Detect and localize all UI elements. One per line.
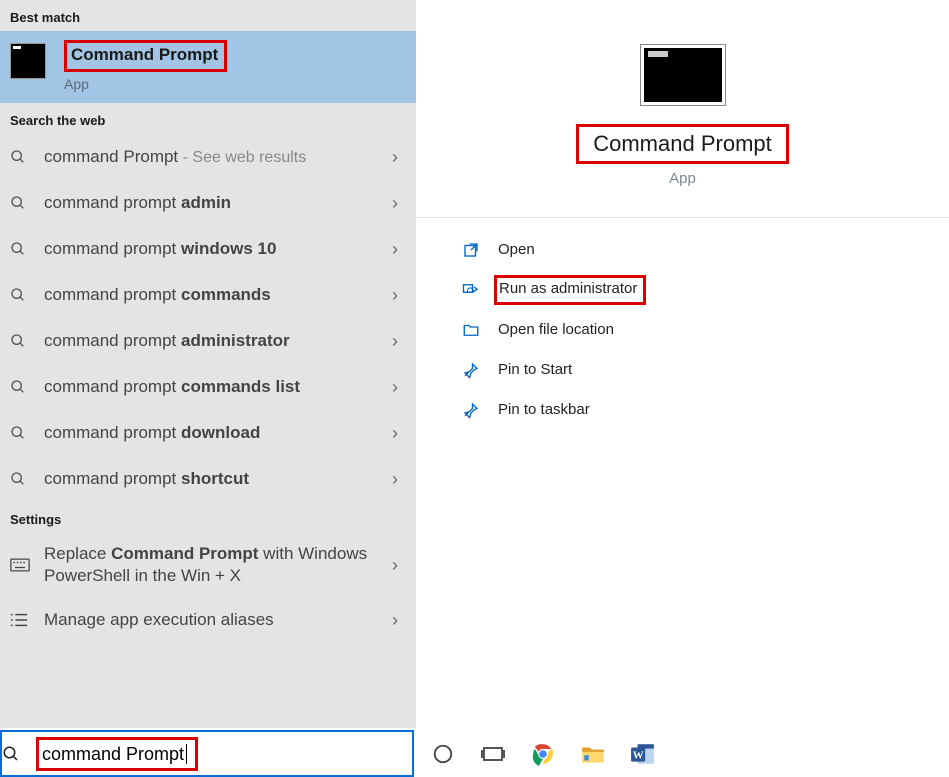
settings-label: Replace Command Prompt with Windows Powe…: [44, 543, 392, 587]
result-text: command prompt admin: [44, 192, 392, 214]
pin-icon: [462, 401, 484, 419]
search-web-header: Search the web: [0, 103, 416, 134]
action-label: Pin to taskbar: [498, 399, 590, 421]
chevron-right-icon: ›: [392, 423, 406, 444]
settings-item[interactable]: Manage app execution aliases›: [0, 597, 416, 643]
chevron-right-icon: ›: [392, 555, 406, 576]
best-match-text: Command Prompt App: [64, 40, 227, 92]
web-result-item[interactable]: command prompt windows 10›: [0, 226, 416, 272]
svg-text:W: W: [633, 749, 644, 761]
web-result-item[interactable]: command prompt administrator›: [0, 318, 416, 364]
chevron-right-icon: ›: [392, 193, 406, 214]
best-match-item[interactable]: Command Prompt App: [0, 31, 416, 103]
result-text: command prompt shortcut: [44, 468, 392, 490]
chrome-icon[interactable]: [530, 741, 556, 767]
pin-icon: [462, 361, 484, 379]
chevron-right-icon: ›: [392, 147, 406, 168]
chevron-right-icon: ›: [392, 469, 406, 490]
word-icon[interactable]: W: [630, 741, 656, 767]
result-text: command Prompt - See web results: [44, 146, 392, 169]
chevron-right-icon: ›: [392, 285, 406, 306]
web-result-item[interactable]: command prompt commands list›: [0, 364, 416, 410]
search-icon: [10, 287, 30, 303]
action-label: Pin to Start: [498, 359, 572, 381]
search-box[interactable]: command Prompt: [0, 730, 414, 777]
web-results-list: command Prompt - See web results›command…: [0, 134, 416, 502]
web-result-item[interactable]: command prompt admin›: [0, 180, 416, 226]
action-label: Run as administrator: [494, 275, 646, 305]
settings-list: Replace Command Prompt with Windows Powe…: [0, 533, 416, 643]
search-results-pane: Best match Command Prompt App Search the…: [0, 0, 416, 728]
divider: [416, 217, 949, 218]
detail-subtitle: App: [416, 170, 949, 187]
web-result-item[interactable]: command prompt download›: [0, 410, 416, 456]
action-open-file-location[interactable]: Open file location: [462, 310, 949, 350]
result-text: command prompt download: [44, 422, 392, 444]
taskbar-icons: W: [430, 730, 656, 777]
chevron-right-icon: ›: [392, 239, 406, 260]
chevron-right-icon: ›: [392, 331, 406, 352]
web-result-item[interactable]: command Prompt - See web results›: [0, 134, 416, 180]
detail-app-icon: [640, 44, 726, 106]
result-text: command prompt commands: [44, 284, 392, 306]
best-match-header: Best match: [0, 0, 416, 31]
search-icon: [10, 333, 30, 349]
settings-label: Manage app execution aliases: [44, 609, 392, 631]
settings-header: Settings: [0, 502, 416, 533]
list-icon: [10, 612, 30, 628]
web-result-item[interactable]: command prompt commands›: [0, 272, 416, 318]
folder-icon: [462, 321, 484, 339]
detail-title: Command Prompt: [576, 124, 789, 164]
search-icon: [10, 379, 30, 395]
action-list: Open Run as administrator Open file locati…: [416, 226, 949, 430]
action-label: Open file location: [498, 319, 614, 341]
search-icon: [10, 149, 30, 165]
chevron-right-icon: ›: [392, 610, 406, 631]
cortana-icon[interactable]: [430, 741, 456, 767]
best-match-subtitle: App: [64, 76, 227, 92]
action-pin-to-taskbar[interactable]: Pin to taskbar: [462, 390, 949, 430]
open-icon: [462, 241, 484, 259]
web-result-item[interactable]: command prompt shortcut›: [0, 456, 416, 502]
file-explorer-icon[interactable]: [580, 741, 606, 767]
keyboard-icon: [10, 558, 30, 572]
admin-icon: [462, 281, 484, 299]
action-run-as-administrator[interactable]: Run as administrator: [462, 270, 949, 310]
search-input-text[interactable]: command Prompt: [36, 737, 198, 771]
result-text: command prompt windows 10: [44, 238, 392, 260]
search-icon: [2, 745, 36, 763]
search-icon: [10, 471, 30, 487]
action-label: Open: [498, 239, 535, 261]
action-pin-to-start[interactable]: Pin to Start: [462, 350, 949, 390]
result-text: command prompt commands list: [44, 376, 392, 398]
action-open[interactable]: Open: [462, 230, 949, 270]
command-prompt-icon: [10, 43, 46, 79]
task-view-icon[interactable]: [480, 741, 506, 767]
settings-item[interactable]: Replace Command Prompt with Windows Powe…: [0, 533, 416, 597]
search-icon: [10, 241, 30, 257]
best-match-title: Command Prompt: [64, 40, 227, 72]
chevron-right-icon: ›: [392, 377, 406, 398]
taskbar: command Prompt: [0, 728, 949, 777]
search-icon: [10, 425, 30, 441]
detail-pane: Command Prompt App Open Run as administra…: [416, 0, 949, 728]
result-text: command prompt administrator: [44, 330, 392, 352]
search-icon: [10, 195, 30, 211]
